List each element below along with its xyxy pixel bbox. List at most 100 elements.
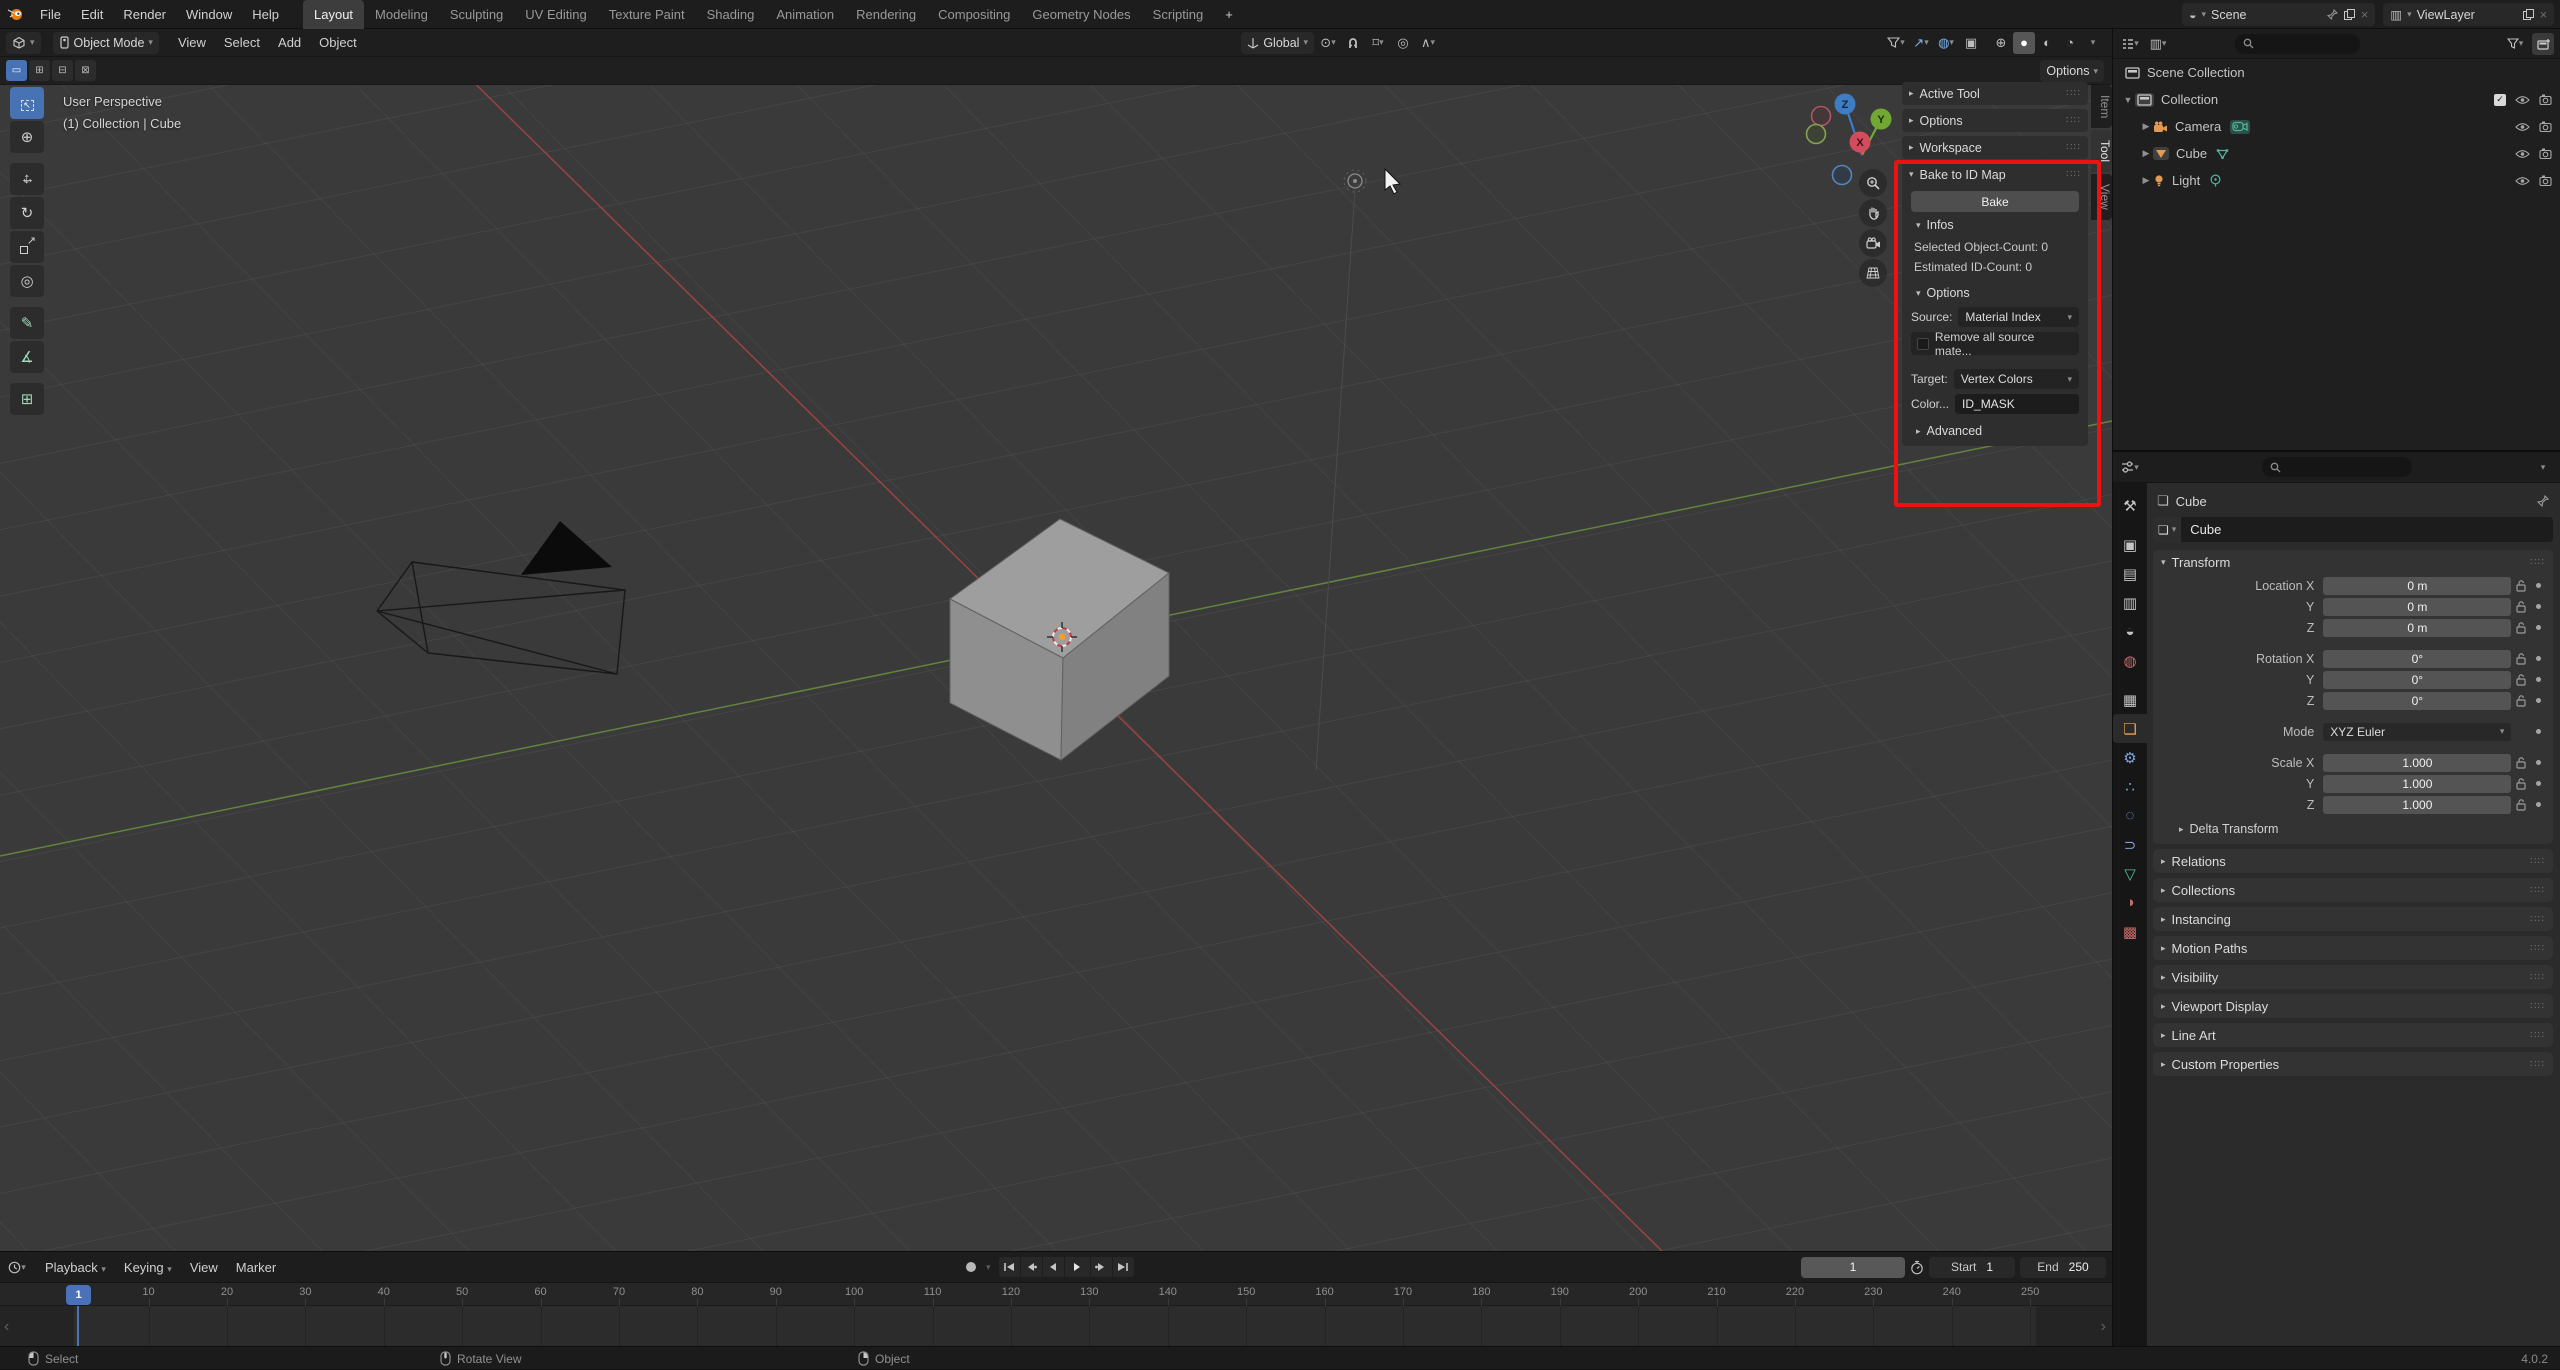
advanced-subpanel-header[interactable]: ▸ Advanced (1902, 414, 2088, 440)
gizmo-y-neg-axis[interactable] (1805, 123, 1827, 145)
tool-rotate[interactable]: ↻ (10, 197, 44, 229)
add-workspace-button[interactable]: + (1214, 0, 1244, 29)
panel-workspace[interactable]: ▸ Workspace ∷∷ (1902, 136, 2088, 159)
pan-button[interactable] (1859, 199, 1887, 227)
timeline-editor-selector[interactable]: ▾ (6, 1256, 28, 1278)
animate-dot[interactable] (2531, 802, 2545, 807)
lock-icon[interactable] (2516, 777, 2526, 790)
unlink-scene-icon[interactable]: × (2361, 8, 2368, 22)
gizmo-x-neg-axis[interactable] (1810, 105, 1832, 127)
tool-scale[interactable]: ↗ (10, 231, 44, 263)
hide-viewport-toggle[interactable] (2515, 122, 2530, 132)
rotation-z-field[interactable]: 0° (2323, 691, 2512, 710)
rotation-x-field[interactable]: 0° (2323, 649, 2512, 668)
location-x-field[interactable]: 0 m (2323, 576, 2512, 595)
outliner-row-cube[interactable]: ▶ Cube (2113, 140, 2560, 167)
lock-icon[interactable] (2516, 756, 2526, 769)
lock-icon[interactable] (2516, 621, 2526, 634)
outliner-row-light[interactable]: ▶ Light (2113, 167, 2560, 194)
panel-line-art[interactable]: ▸ Line Art ∷∷ (2153, 1023, 2553, 1047)
shading-material-button[interactable]: ◐ (2036, 32, 2058, 54)
hide-viewport-toggle[interactable] (2515, 149, 2530, 159)
camera-data-icon[interactable] (2230, 119, 2251, 134)
prev-keyframe-button[interactable] (1020, 1257, 1042, 1277)
animate-dot[interactable] (2531, 604, 2545, 609)
scale-z-field[interactable]: 1.000 (2323, 795, 2512, 814)
disable-render-toggle[interactable] (2539, 121, 2552, 132)
new-scene-icon[interactable] (2343, 8, 2356, 21)
animate-dot[interactable] (2531, 781, 2545, 786)
jump-to-start-button[interactable] (998, 1257, 1020, 1277)
properties-tab-material[interactable]: ◑ (2113, 888, 2147, 917)
menu-render[interactable]: Render (113, 0, 176, 29)
properties-options-dropdown[interactable]: ▾ (2532, 456, 2554, 478)
timeline-menu-view[interactable]: View (181, 1260, 227, 1275)
tool-move[interactable]: ↔ ↕ (10, 163, 44, 195)
play-button[interactable] (1064, 1257, 1090, 1277)
new-viewlayer-icon[interactable] (2522, 8, 2535, 21)
collection-checkbox[interactable]: ✓ (2494, 93, 2506, 106)
lock-icon[interactable] (2516, 652, 2526, 665)
properties-tab-particles[interactable]: ∴ (2113, 772, 2147, 801)
animate-dot[interactable] (2531, 656, 2545, 661)
animate-dot[interactable] (2531, 698, 2545, 703)
bake-panel-header[interactable]: ▾ Bake to ID Map ∷∷ (1902, 163, 2088, 186)
viewport-menu-object[interactable]: Object (310, 35, 366, 50)
xray-toggle[interactable]: ▣ (1960, 32, 1982, 54)
viewport-menu-add[interactable]: Add (269, 35, 310, 50)
color-name-input[interactable]: ID_MASK (1955, 394, 2079, 414)
outliner-row-scene-collection[interactable]: Scene Collection (2113, 59, 2560, 86)
disclosure-triangle[interactable]: ▶ (2139, 121, 2153, 132)
select-mode-extend-button[interactable]: ⊞ (29, 60, 50, 81)
panel-options[interactable]: ▸ Options ∷∷ (1902, 109, 2088, 132)
transform-orientation-selector[interactable]: Global ▾ (1241, 31, 1314, 54)
frame-start-field[interactable]: Start 1 (1929, 1256, 2015, 1278)
tool-cursor[interactable]: ⊕ (10, 121, 44, 153)
bake-button[interactable]: Bake (1911, 191, 2079, 212)
workspace-tab-texture-paint[interactable]: Texture Paint (598, 0, 696, 29)
outliner-editor-selector[interactable]: ▾ (2119, 33, 2141, 55)
workspace-tab-uv-editing[interactable]: UV Editing (514, 0, 597, 29)
target-dropdown[interactable]: Vertex Colors ▾ (1953, 369, 2079, 389)
menu-help[interactable]: Help (242, 0, 289, 29)
workspace-tab-compositing[interactable]: Compositing (927, 0, 1021, 29)
use-preview-range-icon[interactable] (1910, 1260, 1924, 1275)
snap-target-selector[interactable]: ⌑ ▾ (1367, 32, 1389, 54)
properties-search-input[interactable] (2261, 457, 2412, 477)
panel-viewport-display[interactable]: ▸ Viewport Display ∷∷ (2153, 994, 2553, 1018)
properties-tab-modifiers[interactable]: ⚙ (2113, 743, 2147, 772)
new-collection-button[interactable] (2532, 32, 2554, 55)
remove-source-materials-checkbox[interactable]: Remove all source mate... (1911, 330, 2079, 358)
animate-dot[interactable] (2531, 760, 2545, 765)
tool-transform[interactable]: ◎ (10, 265, 44, 297)
panel-collections[interactable]: ▸ Collections ∷∷ (2153, 878, 2553, 902)
outliner-filter-dropdown[interactable]: ▾ (2504, 33, 2526, 55)
frame-end-field[interactable]: End 250 (2020, 1256, 2106, 1278)
remove-viewlayer-icon[interactable]: × (2540, 8, 2547, 22)
blender-logo-icon[interactable] (0, 7, 30, 21)
workspace-tab-rendering[interactable]: Rendering (845, 0, 927, 29)
tool-measure[interactable]: ∡ (10, 341, 44, 373)
select-mode-set-button[interactable]: ▭ (6, 60, 27, 81)
location-z-field[interactable]: 0 m (2323, 618, 2512, 637)
workspace-tab-layout[interactable]: Layout (303, 0, 365, 29)
show-gizmo-toggle[interactable]: ↗ ▾ (1910, 32, 1932, 54)
animate-dot[interactable] (2531, 729, 2545, 734)
workspace-tab-modeling[interactable]: Modeling (364, 0, 439, 29)
next-keyframe-button[interactable] (1090, 1257, 1112, 1277)
orthographic-toggle-button[interactable] (1859, 259, 1887, 287)
rotation-mode-dropdown[interactable]: XYZ Euler ▾ (2323, 722, 2512, 741)
mesh-data-icon[interactable] (2216, 148, 2229, 160)
lock-icon[interactable] (2516, 798, 2526, 811)
menu-window[interactable]: Window (176, 0, 242, 29)
panel-motion-paths[interactable]: ▸ Motion Paths ∷∷ (2153, 936, 2553, 960)
outliner-row-collection[interactable]: ▼ Collection ✓ (2113, 86, 2560, 113)
pin-id-icon[interactable] (2536, 494, 2549, 508)
lock-icon[interactable] (2516, 694, 2526, 707)
pin-icon[interactable] (2326, 8, 2339, 21)
lock-icon[interactable] (2516, 673, 2526, 686)
scene-selector[interactable]: ◒ ▾ Scene × (2181, 3, 2376, 26)
viewport-menu-select[interactable]: Select (215, 35, 269, 50)
panel-instancing[interactable]: ▸ Instancing ∷∷ (2153, 907, 2553, 931)
properties-tab-scene[interactable]: ◒ (2113, 617, 2147, 646)
